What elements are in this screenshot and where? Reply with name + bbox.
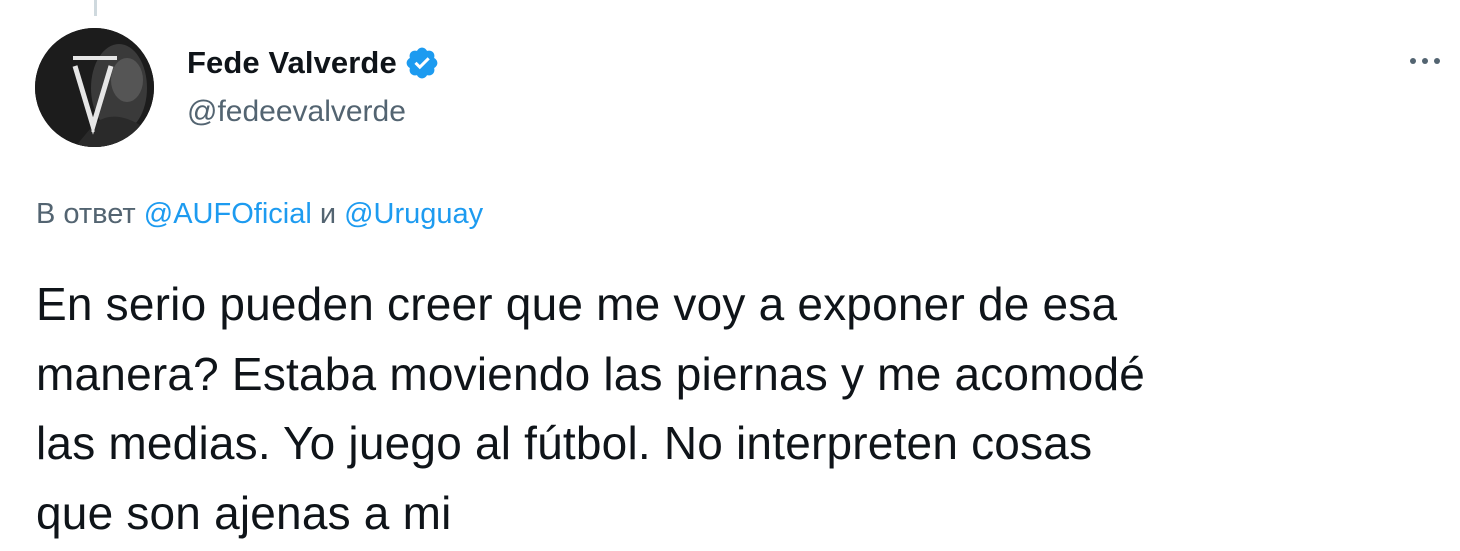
tweet-text-line: que son ajenas a mi — [36, 486, 452, 539]
tweet-text-line: En serio pueden creer que me voy a expon… — [36, 278, 1118, 330]
verified-badge-icon — [404, 45, 440, 81]
avatar-image — [35, 28, 154, 147]
mention-link-uruguay[interactable]: @Uruguay — [344, 198, 483, 230]
author-name-row[interactable]: Fede Valverde — [187, 43, 440, 83]
author-handle[interactable]: @fedeevalverde — [187, 95, 406, 129]
reply-context: В ответ @AUFOficial и @Uruguay — [36, 198, 483, 231]
tweet-text-line: las medias. Yo juego al fútbol. No inter… — [36, 417, 1093, 469]
author-display-name[interactable]: Fede Valverde — [187, 45, 397, 81]
reply-conjunction: и — [319, 198, 337, 230]
mention-link-auf[interactable]: @AUFOficial — [144, 198, 312, 230]
reply-prefix: В ответ — [36, 198, 136, 230]
thread-connector-line — [94, 0, 97, 16]
avatar[interactable] — [35, 28, 154, 147]
more-options-button[interactable] — [1404, 44, 1446, 78]
tweet-text-line: manera? Estaba moviendo las piernas y me… — [36, 347, 1146, 400]
tweet-text: En serio pueden creer que me voy a expon… — [36, 270, 1436, 548]
more-horizontal-icon — [1410, 58, 1440, 64]
